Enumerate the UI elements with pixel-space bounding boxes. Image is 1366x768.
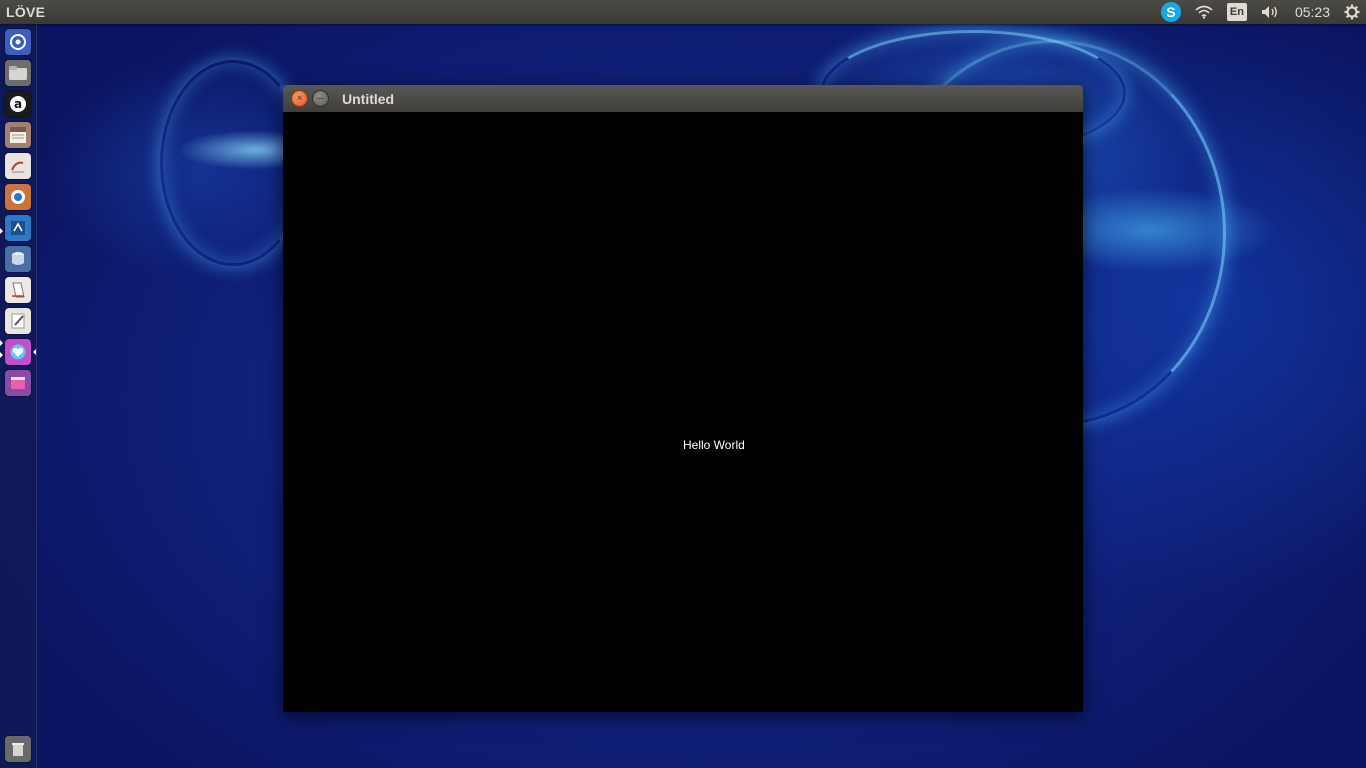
launcher-calendar[interactable] bbox=[5, 122, 31, 148]
launcher-database[interactable] bbox=[5, 246, 31, 272]
window-title: Untitled bbox=[342, 90, 395, 107]
database-icon bbox=[12, 252, 24, 265]
running-indicator bbox=[0, 228, 3, 234]
launcher-text-editor[interactable] bbox=[5, 308, 31, 334]
launcher-workspace-switcher[interactable] bbox=[5, 370, 31, 396]
clock-indicator[interactable]: 05:23 bbox=[1295, 0, 1330, 24]
close-button[interactable]: × bbox=[291, 90, 308, 107]
svg-text:a: a bbox=[14, 97, 22, 111]
active-app-name: LÖVE bbox=[6, 4, 46, 20]
calendar-icon bbox=[10, 127, 26, 143]
game-canvas[interactable]: Hello World bbox=[283, 112, 1083, 712]
workspace-switcher-icon bbox=[11, 377, 25, 389]
browser-icon bbox=[11, 190, 25, 204]
skype-icon: S bbox=[1160, 2, 1181, 22]
launcher: a bbox=[0, 24, 37, 768]
launcher-document-viewer[interactable] bbox=[5, 277, 31, 303]
text-editor-icon bbox=[11, 313, 25, 329]
keyboard-layout-label: En bbox=[1226, 3, 1247, 21]
dash-home-icon bbox=[10, 34, 26, 50]
text-reader-icon bbox=[11, 161, 24, 173]
network-indicator[interactable] bbox=[1195, 0, 1213, 24]
hello-text: Hello World bbox=[683, 438, 745, 452]
launcher-heart-app[interactable] bbox=[5, 339, 31, 365]
files-icon bbox=[9, 66, 27, 80]
window-titlebar[interactable]: × – Untitled bbox=[283, 85, 1083, 112]
launcher-files[interactable] bbox=[5, 60, 31, 86]
heart-app-icon bbox=[10, 344, 26, 360]
skype-indicator[interactable]: S bbox=[1160, 0, 1181, 24]
focused-indicator bbox=[33, 349, 36, 355]
clock: 05:23 bbox=[1294, 4, 1330, 20]
launcher-trash[interactable] bbox=[5, 736, 31, 762]
volume-icon bbox=[1261, 6, 1277, 18]
launcher-browser[interactable] bbox=[5, 184, 31, 210]
app-window: × – Untitled Hello World bbox=[283, 85, 1083, 712]
launcher-dash-home[interactable] bbox=[5, 29, 31, 55]
sound-indicator[interactable] bbox=[1261, 0, 1281, 24]
keyboard-indicator[interactable]: En bbox=[1226, 0, 1247, 24]
gear-icon bbox=[1344, 4, 1360, 20]
running-indicator bbox=[0, 352, 3, 358]
session-indicator[interactable] bbox=[1344, 0, 1360, 24]
trash-icon bbox=[12, 743, 24, 756]
launcher-text-reader[interactable] bbox=[5, 153, 31, 179]
document-viewer-icon bbox=[12, 282, 25, 298]
launcher-amazon[interactable]: a bbox=[5, 91, 31, 117]
amazon-icon: a bbox=[10, 96, 26, 112]
top-panel: LÖVE S En 05:23 bbox=[0, 0, 1366, 24]
wifi-icon bbox=[1195, 5, 1213, 19]
launcher-ide[interactable] bbox=[5, 215, 31, 241]
running-indicator bbox=[0, 340, 3, 346]
ide-icon bbox=[11, 221, 25, 235]
minimize-button[interactable]: – bbox=[312, 90, 329, 107]
indicator-area: S En 05:23 bbox=[1160, 0, 1366, 24]
